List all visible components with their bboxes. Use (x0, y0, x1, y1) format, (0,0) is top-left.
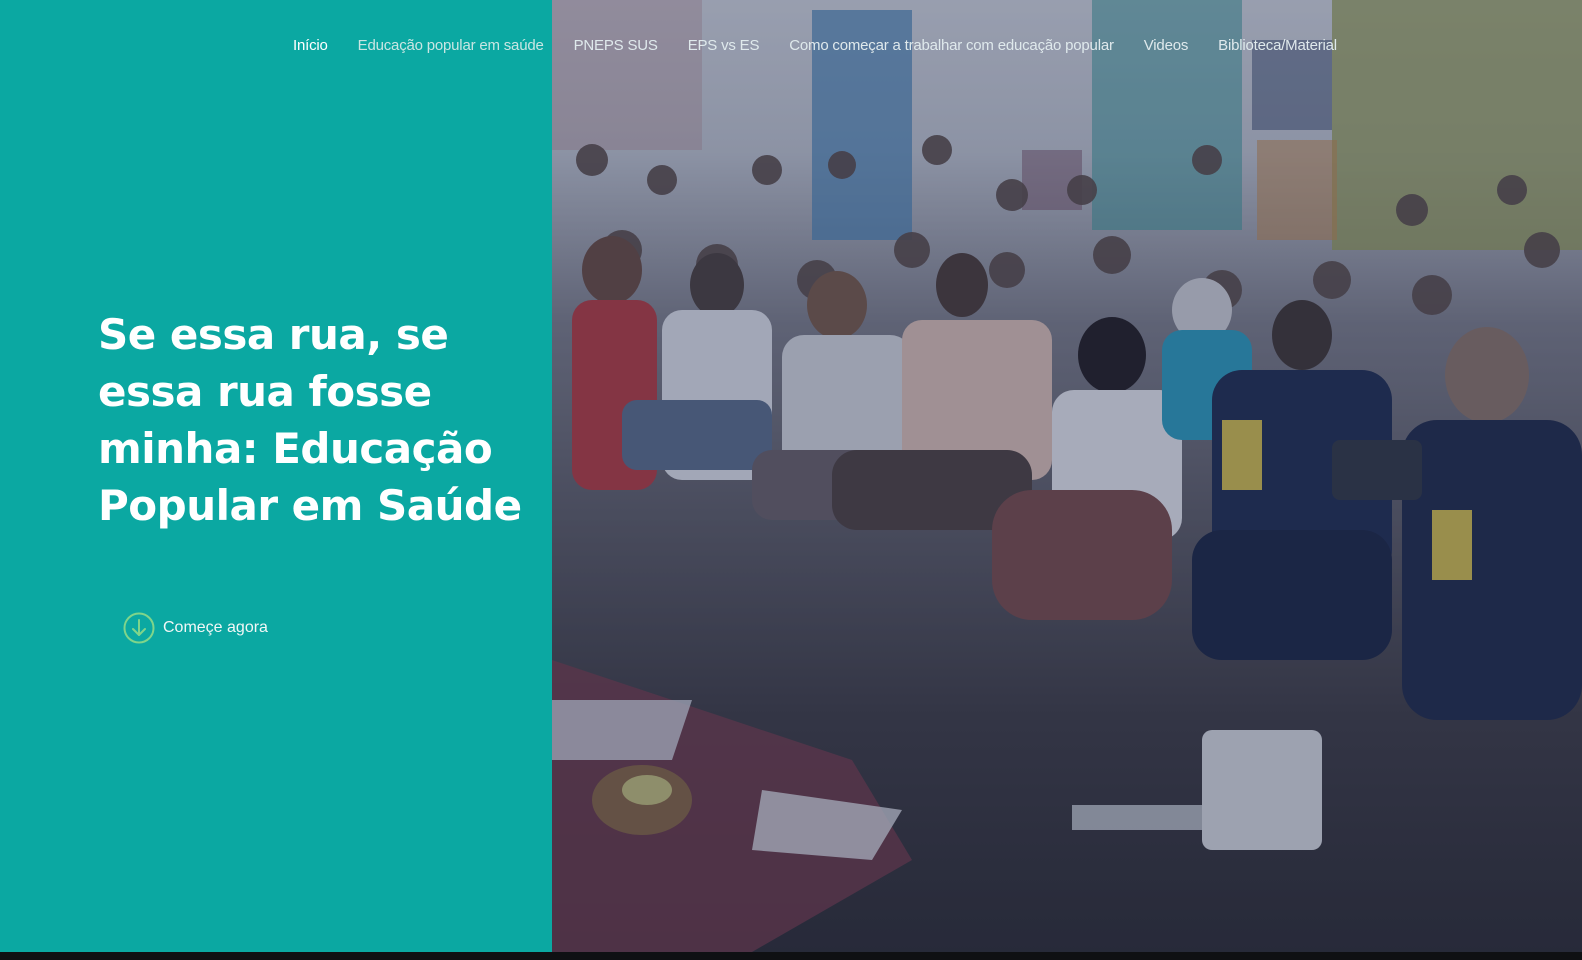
crowd-photo-illustration (552, 0, 1582, 952)
bottom-edge (0, 952, 1582, 960)
hero-photo (552, 0, 1582, 952)
start-now-label: Começe agora (163, 619, 268, 636)
nav-item-inicio[interactable]: Início (293, 36, 328, 56)
hero-headline: Se essa rua, se essa rua fosse minha: Ed… (98, 310, 522, 530)
start-now-button[interactable]: Começe agora (123, 612, 268, 644)
page: Início Educação popular em saúde PNEPS S… (0, 0, 1582, 960)
nav-item-pneps-sus[interactable]: PNEPS SUS (574, 36, 658, 56)
nav-item-videos[interactable]: Videos (1144, 36, 1189, 56)
nav-item-como-comecar[interactable]: Como começar a trabalhar com educação po… (789, 36, 1114, 56)
nav-item-eps-vs-es[interactable]: EPS vs ES (688, 36, 760, 56)
nav-item-biblioteca[interactable]: Biblioteca/Material (1218, 36, 1337, 56)
main-navigation: Início Educação popular em saúde PNEPS S… (293, 36, 1367, 56)
nav-item-educacao-popular[interactable]: Educação popular em saúde (358, 36, 544, 56)
arrow-down-circle-icon (123, 612, 155, 644)
